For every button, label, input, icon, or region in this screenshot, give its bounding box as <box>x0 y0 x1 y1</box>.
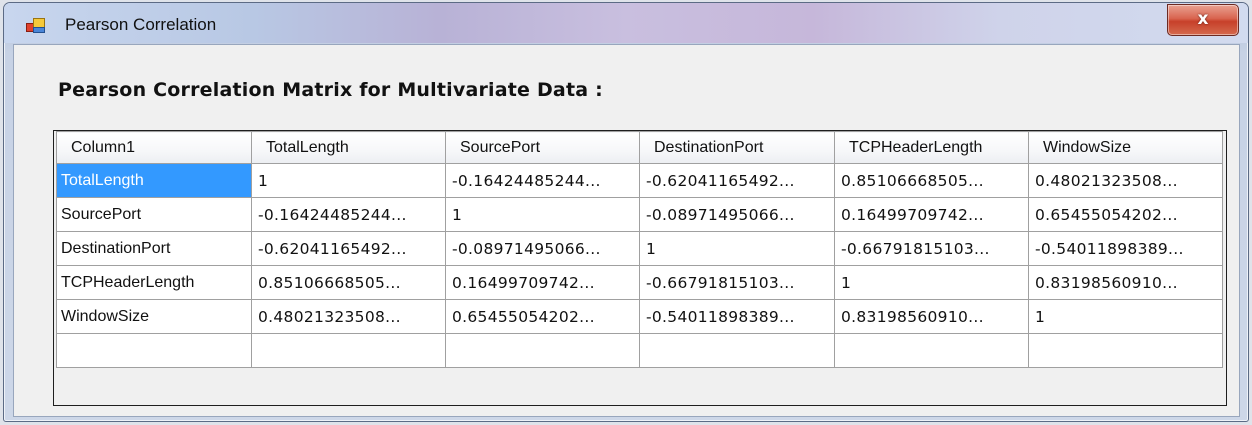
table-cell[interactable]: 0.65455054202... <box>445 299 640 334</box>
row-label-cell[interactable] <box>56 333 252 368</box>
table-cell[interactable]: 0.16499709742... <box>445 265 640 300</box>
correlation-grid[interactable]: Column1 TotalLength SourcePort Destinati… <box>53 130 1227 406</box>
row-label-cell[interactable]: TCPHeaderLength <box>56 265 252 300</box>
row-label-cell[interactable]: WindowSize <box>56 299 252 334</box>
new-row[interactable] <box>56 333 1223 368</box>
close-icon: x <box>1197 9 1209 29</box>
column-header[interactable]: WindowSize <box>1028 131 1223 164</box>
column-header[interactable]: TotalLength <box>251 131 446 164</box>
table-cell[interactable]: 1 <box>1028 299 1223 334</box>
table-cell[interactable]: 0.85106668505... <box>834 163 1029 198</box>
pearson-correlation-window: Pearson Correlation x Pearson Correlatio… <box>3 2 1249 422</box>
table-cell[interactable]: -0.54011898389... <box>639 299 835 334</box>
matrix-heading: Pearson Correlation Matrix for Multivari… <box>58 79 603 101</box>
table-cell[interactable]: 0.48021323508... <box>251 299 446 334</box>
row-label-cell[interactable]: TotalLength <box>56 163 252 198</box>
close-button[interactable]: x <box>1167 4 1239 36</box>
table-row[interactable]: SourcePort -0.16424485244... 1 -0.089714… <box>56 197 1223 232</box>
table-cell[interactable] <box>445 333 640 368</box>
table-cell[interactable]: -0.08971495066... <box>639 197 835 232</box>
table-cell[interactable]: 0.16499709742... <box>834 197 1029 232</box>
table-cell[interactable]: -0.66791815103... <box>834 231 1029 266</box>
table-cell[interactable]: 0.83198560910... <box>834 299 1029 334</box>
table-cell[interactable] <box>251 333 446 368</box>
row-label-cell[interactable]: SourcePort <box>56 197 252 232</box>
table-row[interactable]: TotalLength 1 -0.16424485244... -0.62041… <box>56 163 1223 198</box>
table-cell[interactable]: -0.08971495066... <box>445 231 640 266</box>
table-cell[interactable]: 1 <box>251 163 446 198</box>
table-cell[interactable]: -0.16424485244... <box>445 163 640 198</box>
dialog-body: Pearson Correlation Matrix for Multivari… <box>13 44 1240 417</box>
title-bar[interactable]: Pearson Correlation x <box>4 3 1248 43</box>
table-cell[interactable]: -0.16424485244... <box>251 197 446 232</box>
table-cell[interactable]: 1 <box>639 231 835 266</box>
row-label-cell[interactable]: DestinationPort <box>56 231 252 266</box>
table-cell[interactable]: 0.48021323508... <box>1028 163 1223 198</box>
column-header[interactable]: DestinationPort <box>639 131 835 164</box>
table-cell[interactable]: 1 <box>834 265 1029 300</box>
table-cell[interactable] <box>834 333 1029 368</box>
window-title: Pearson Correlation <box>65 15 217 34</box>
table-cell[interactable] <box>639 333 835 368</box>
application-icon <box>26 17 45 33</box>
table-cell[interactable] <box>1028 333 1223 368</box>
grid-empty-area <box>54 381 1226 405</box>
table-cell[interactable]: -0.66791815103... <box>639 265 835 300</box>
table-row[interactable]: WindowSize 0.48021323508... 0.6545505420… <box>56 299 1223 334</box>
correlation-table: Column1 TotalLength SourcePort Destinati… <box>56 131 1223 368</box>
table-cell[interactable]: 0.83198560910... <box>1028 265 1223 300</box>
table-cell[interactable]: -0.62041165492... <box>251 231 446 266</box>
table-cell[interactable]: 0.85106668505... <box>251 265 446 300</box>
table-row[interactable]: TCPHeaderLength 0.85106668505... 0.16499… <box>56 265 1223 300</box>
table-cell[interactable]: 0.65455054202... <box>1028 197 1223 232</box>
column-header[interactable]: SourcePort <box>445 131 640 164</box>
column-header[interactable]: TCPHeaderLength <box>834 131 1029 164</box>
column-header[interactable]: Column1 <box>56 131 252 164</box>
table-cell[interactable]: -0.54011898389... <box>1028 231 1223 266</box>
header-row: Column1 TotalLength SourcePort Destinati… <box>56 131 1223 164</box>
table-cell[interactable]: -0.62041165492... <box>639 163 835 198</box>
table-row[interactable]: DestinationPort -0.62041165492... -0.089… <box>56 231 1223 266</box>
table-cell[interactable]: 1 <box>445 197 640 232</box>
